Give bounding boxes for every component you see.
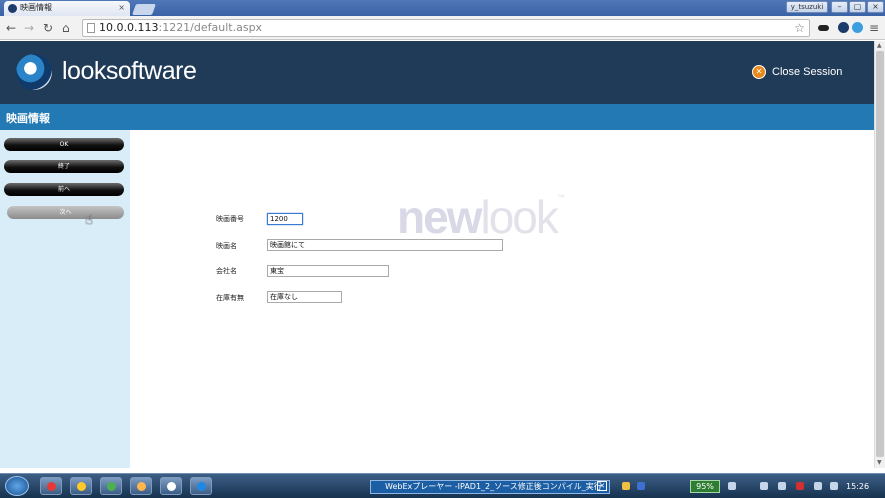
close-window-button[interactable]: ×: [867, 1, 884, 13]
home-icon[interactable]: ⌂: [62, 20, 70, 36]
newlook-watermark: newlook™: [397, 191, 565, 243]
scroll-up-icon[interactable]: ▲: [877, 42, 882, 49]
scroll-thumb[interactable]: [876, 51, 884, 457]
address-bar[interactable]: 10.0.0.113:1221/default.aspx ☆: [82, 19, 810, 37]
vertical-scrollbar[interactable]: ▲ ▼: [874, 41, 885, 468]
browser-title-bar: 映画情報 × y_tsuzuki – ▢ ×: [0, 0, 885, 16]
maximize-button[interactable]: ▢: [849, 1, 866, 13]
stock-label: 在庫有無: [216, 294, 244, 302]
minimize-button[interactable]: –: [831, 1, 848, 13]
browser-toolbar: ← → ↻ ⌂ 10.0.0.113:1221/default.aspx ☆ ≡: [0, 16, 885, 40]
logo-icon: [16, 54, 52, 90]
taskbar: WebExプレーヤー -IPAD1_2_ソース修正後コンパイル_実行 ✕ 95%…: [0, 473, 885, 498]
movie-title-label: 映画名: [216, 242, 237, 250]
chrome-taskbar-icon[interactable]: [40, 477, 62, 495]
signal-tray-icon[interactable]: [814, 482, 822, 490]
page-title: 映画情報: [6, 112, 50, 125]
webex-close-icon[interactable]: ✕: [597, 481, 607, 491]
close-icon: ✕: [752, 65, 766, 79]
movie-title-field[interactable]: 映画館にて: [267, 239, 503, 251]
folder-tray-icon[interactable]: [622, 482, 630, 490]
shield-tray-icon[interactable]: [796, 482, 804, 490]
cloud-extension-icon[interactable]: [852, 22, 863, 33]
network-tray-icon[interactable]: [728, 482, 736, 490]
favicon-icon: [8, 4, 17, 13]
battery-indicator[interactable]: 95%: [690, 480, 720, 493]
arrow-left-icon[interactable]: ←: [6, 20, 16, 36]
webex-player-window[interactable]: WebExプレーヤー -IPAD1_2_ソース修正後コンパイル_実行 ✕: [370, 480, 610, 494]
company-field[interactable]: 東宝: [267, 265, 389, 277]
glasses-extension-icon[interactable]: [818, 25, 829, 31]
next-button[interactable]: 次へ: [7, 206, 124, 219]
tab-close-icon[interactable]: ×: [118, 1, 125, 15]
ok-button[interactable]: OK: [4, 138, 124, 151]
url-path: :1221/default.aspx: [158, 21, 263, 34]
webex-label: WebExプレーヤー -IPAD1_2_ソース修正後コンパイル_実行: [385, 482, 602, 491]
reload-icon[interactable]: ↻: [43, 20, 53, 36]
printer-tray-icon[interactable]: [760, 482, 768, 490]
media-taskbar-icon[interactable]: [190, 477, 212, 495]
profile-button[interactable]: y_tsuzuki: [786, 1, 828, 13]
close-session-label: Close Session: [772, 66, 843, 78]
hand-cursor-icon: ☝: [85, 213, 93, 228]
url-host: 10.0.0.113: [99, 21, 159, 34]
movie-number-label: 映画番号: [216, 215, 244, 223]
browser-tab[interactable]: 映画情報 ×: [4, 1, 130, 16]
extension-icon[interactable]: [838, 22, 849, 33]
new-tab-button[interactable]: [131, 4, 157, 15]
previous-button[interactable]: 前へ: [4, 183, 124, 196]
image-taskbar-icon[interactable]: [100, 477, 122, 495]
clock: 15:26: [846, 482, 870, 491]
arrow-right-icon[interactable]: →: [24, 20, 34, 36]
console-taskbar-icon[interactable]: [160, 477, 182, 495]
security-tray-icon[interactable]: [778, 482, 786, 490]
close-session-button[interactable]: ✕ Close Session: [752, 65, 842, 79]
company-label: 会社名: [216, 267, 237, 275]
sidebar: [0, 130, 130, 468]
page-icon: [87, 23, 95, 33]
stock-field[interactable]: 在庫なし: [267, 291, 342, 303]
exit-button[interactable]: 終了: [4, 160, 124, 173]
menu-icon[interactable]: ≡: [869, 20, 879, 36]
tab-title: 映画情報: [20, 3, 52, 12]
movie-number-field[interactable]: 1200: [267, 213, 303, 225]
folder-taskbar-icon[interactable]: [130, 477, 152, 495]
start-button[interactable]: [5, 476, 29, 496]
app-taskbar-icon[interactable]: [70, 477, 92, 495]
app-header: looksoftware ✕ Close Session: [0, 41, 874, 104]
help-tray-icon[interactable]: [637, 482, 645, 490]
page-title-bar: 映画情報: [0, 104, 874, 130]
screen: 映画情報 × y_tsuzuki – ▢ × ← → ↻ ⌂ 10.0.0.11…: [0, 0, 885, 498]
brand-name: looksoftware: [62, 57, 197, 85]
volume-tray-icon[interactable]: [830, 482, 838, 490]
bookmark-star-icon[interactable]: ☆: [794, 20, 805, 36]
scroll-down-icon[interactable]: ▼: [877, 459, 882, 466]
